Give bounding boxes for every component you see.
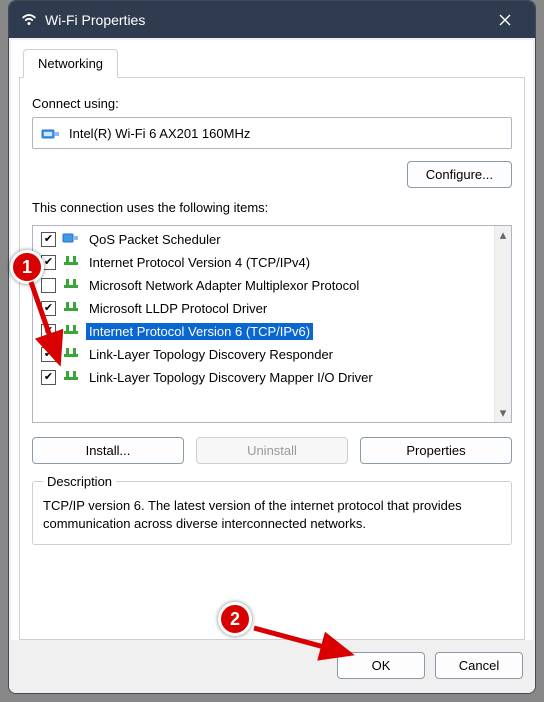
item-checkbox[interactable] (41, 301, 56, 316)
tab-label: Networking (38, 56, 103, 71)
connection-item[interactable]: Microsoft Network Adapter Multiplexor Pr… (33, 274, 494, 297)
scheduler-icon (62, 230, 80, 249)
adapter-icon (41, 124, 61, 142)
description-group: Description TCP/IP version 6. The latest… (32, 474, 512, 545)
uninstall-button: Uninstall (196, 437, 348, 464)
ok-button[interactable]: OK (337, 652, 425, 679)
scroll-up-icon[interactable]: ▴ (495, 226, 511, 244)
adapter-name: Intel(R) Wi-Fi 6 AX201 160MHz (69, 126, 250, 141)
item-label: QoS Packet Scheduler (86, 231, 224, 248)
scroll-down-icon[interactable]: ▾ (495, 404, 511, 422)
item-label: Microsoft LLDP Protocol Driver (86, 300, 270, 317)
item-checkbox[interactable] (41, 278, 56, 293)
protocol-icon (62, 276, 80, 295)
wifi-properties-dialog: Wi-Fi Properties Networking Connect usin… (8, 0, 536, 694)
connection-item[interactable]: Link-Layer Topology Discovery Mapper I/O… (33, 366, 494, 389)
wifi-icon (21, 12, 37, 28)
scrollbar[interactable]: ▴ ▾ (494, 226, 511, 422)
dialog-footer: OK Cancel (9, 642, 535, 693)
adapter-field: Intel(R) Wi-Fi 6 AX201 160MHz (32, 117, 512, 149)
protocol-icon (62, 322, 80, 341)
window-title: Wi-Fi Properties (45, 12, 145, 28)
configure-button[interactable]: Configure... (407, 161, 512, 188)
description-text: TCP/IP version 6. The latest version of … (43, 497, 501, 532)
tab-networking[interactable]: Networking (23, 49, 118, 78)
protocol-icon (62, 299, 80, 318)
connection-item[interactable]: Internet Protocol Version 4 (TCP/IPv4) (33, 251, 494, 274)
protocol-icon (62, 345, 80, 364)
install-button[interactable]: Install... (32, 437, 184, 464)
tab-strip: Networking (19, 48, 525, 78)
protocol-icon (62, 368, 80, 387)
networking-panel: Connect using: Intel(R) Wi-Fi 6 AX201 16… (19, 78, 525, 640)
connection-items-list[interactable]: QoS Packet Scheduler Internet Protocol Ve… (33, 226, 494, 422)
description-legend: Description (43, 474, 116, 489)
connect-using-label: Connect using: (32, 96, 512, 111)
titlebar: Wi-Fi Properties (9, 1, 535, 38)
connection-items-box: QoS Packet Scheduler Internet Protocol Ve… (32, 225, 512, 423)
connection-item[interactable]: QoS Packet Scheduler (33, 228, 494, 251)
properties-button[interactable]: Properties (360, 437, 512, 464)
item-label: Internet Protocol Version 6 (TCP/IPv6) (86, 323, 313, 340)
item-checkbox[interactable] (41, 347, 56, 362)
connection-item[interactable]: Microsoft LLDP Protocol Driver (33, 297, 494, 320)
item-label: Internet Protocol Version 4 (TCP/IPv4) (86, 254, 313, 271)
connection-item[interactable]: Link-Layer Topology Discovery Responder (33, 343, 494, 366)
item-label: Link-Layer Topology Discovery Mapper I/O… (86, 369, 376, 386)
item-label: Link-Layer Topology Discovery Responder (86, 346, 336, 363)
item-checkbox[interactable] (41, 370, 56, 385)
item-label: Microsoft Network Adapter Multiplexor Pr… (86, 277, 362, 294)
item-checkbox[interactable] (41, 232, 56, 247)
item-checkbox[interactable] (41, 255, 56, 270)
cancel-button[interactable]: Cancel (435, 652, 523, 679)
item-checkbox[interactable] (41, 324, 56, 339)
dialog-body: Networking Connect using: Intel(R) Wi-Fi… (11, 40, 533, 640)
protocol-icon (62, 253, 80, 272)
close-button[interactable] (483, 5, 527, 35)
items-label: This connection uses the following items… (32, 200, 512, 215)
connection-item[interactable]: Internet Protocol Version 6 (TCP/IPv6) (33, 320, 494, 343)
